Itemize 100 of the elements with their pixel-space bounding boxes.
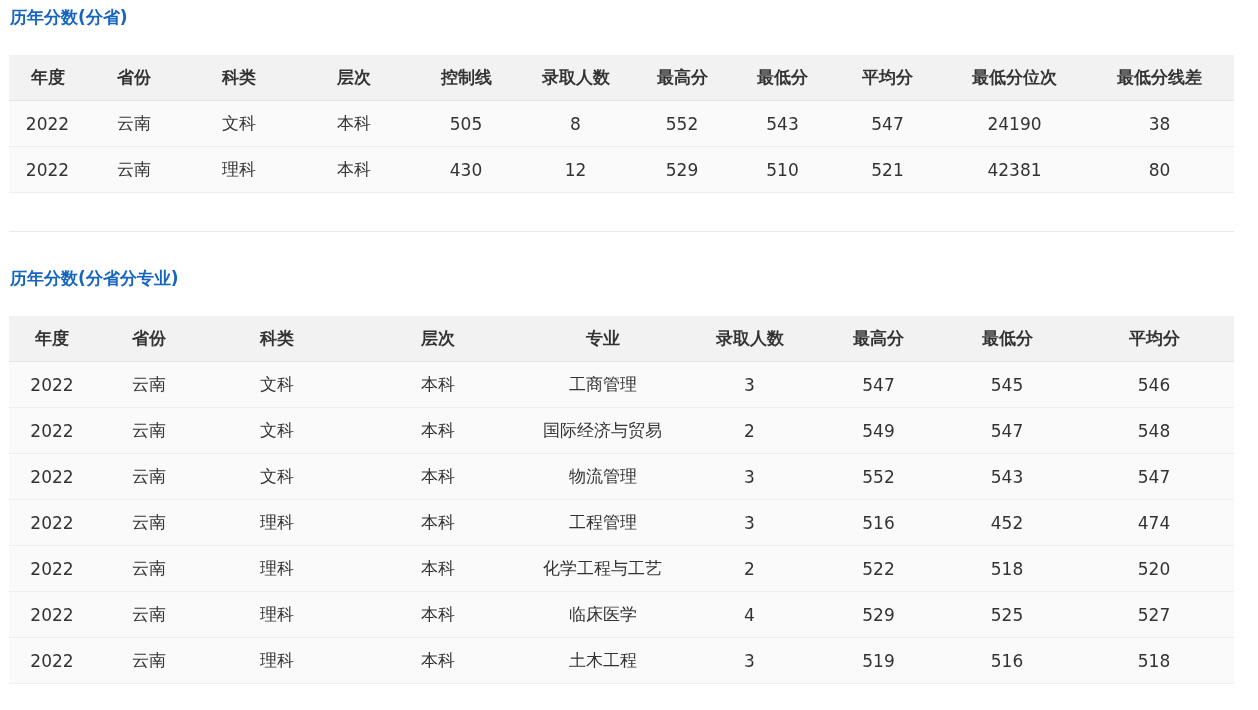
table-cell: 516 [817, 499, 940, 546]
column-header: 年度 [9, 316, 95, 362]
table-cell: 本科 [352, 591, 523, 638]
column-header: 录取人数 [682, 316, 817, 362]
column-header: 最低分 [734, 55, 831, 101]
table-cell: 理科 [181, 146, 296, 193]
table-cell: 云南 [86, 146, 181, 193]
table-cell: 522 [817, 545, 940, 592]
table-cell: 2 [682, 407, 817, 454]
table-cell: 552 [630, 100, 734, 147]
table-cell: 543 [734, 100, 831, 147]
table-cell: 云南 [95, 361, 202, 408]
table-cell: 4 [682, 591, 817, 638]
table-cell: 24190 [944, 100, 1085, 147]
table-cell: 理科 [202, 499, 352, 546]
table-cell: 520 [1074, 545, 1234, 592]
table-cell: 本科 [296, 100, 411, 147]
column-header: 平均分 [1074, 316, 1234, 362]
table-cell: 547 [831, 100, 944, 147]
table-cell: 543 [940, 453, 1074, 500]
table-cell: 云南 [95, 453, 202, 500]
column-header: 最高分 [630, 55, 734, 101]
table-cell: 518 [940, 545, 1074, 592]
table-cell: 518 [1074, 637, 1234, 684]
section-title: 历年分数(分省) [10, 6, 129, 29]
table-cell: 本科 [352, 407, 523, 454]
table-cell: 土木工程 [523, 637, 682, 684]
table-cell: 2022 [9, 361, 95, 408]
table-cell: 云南 [95, 499, 202, 546]
table-cell: 2022 [9, 591, 95, 638]
table-cell: 本科 [352, 637, 523, 684]
section-title: 历年分数(分省分专业) [10, 267, 180, 290]
table-cell: 2022 [9, 499, 95, 546]
table-cell: 510 [734, 146, 831, 193]
table-cell: 42381 [944, 146, 1085, 193]
column-header: 最低分位次 [944, 55, 1085, 101]
table-cell: 云南 [95, 591, 202, 638]
table-cell: 云南 [95, 407, 202, 454]
table-cell: 本科 [296, 146, 411, 193]
table-cell: 理科 [202, 637, 352, 684]
table-cell: 2022 [9, 545, 95, 592]
table-cell: 本科 [352, 453, 523, 500]
table-cell: 474 [1074, 499, 1234, 546]
table-cell: 文科 [202, 407, 352, 454]
table-cell: 临床医学 [523, 591, 682, 638]
table-cell: 工商管理 [523, 361, 682, 408]
table-cell: 8 [521, 100, 630, 147]
table-cell: 3 [682, 361, 817, 408]
column-header: 科类 [181, 55, 296, 101]
table-cell: 521 [831, 146, 944, 193]
table-cell: 519 [817, 637, 940, 684]
table-cell: 12 [521, 146, 630, 193]
column-header: 层次 [296, 55, 411, 101]
table-cell: 国际经济与贸易 [523, 407, 682, 454]
table-cell: 529 [630, 146, 734, 193]
table-cell: 本科 [352, 361, 523, 408]
table-cell: 80 [1085, 146, 1234, 193]
column-header: 最高分 [817, 316, 940, 362]
column-header: 最低分线差 [1085, 55, 1234, 101]
table-cell: 化学工程与工艺 [523, 545, 682, 592]
table-cell: 548 [1074, 407, 1234, 454]
table-cell: 525 [940, 591, 1074, 638]
table-cell: 文科 [202, 453, 352, 500]
column-header: 平均分 [831, 55, 944, 101]
table-cell: 云南 [95, 545, 202, 592]
table-cell: 文科 [181, 100, 296, 147]
table-cell: 547 [1074, 453, 1234, 500]
table-cell: 2022 [9, 453, 95, 500]
table-cell: 547 [817, 361, 940, 408]
table-cell: 3 [682, 637, 817, 684]
table-cell: 工程管理 [523, 499, 682, 546]
table-cell: 本科 [352, 545, 523, 592]
table-cell: 文科 [202, 361, 352, 408]
table-cell: 3 [682, 499, 817, 546]
table-cell: 549 [817, 407, 940, 454]
table-cell: 本科 [352, 499, 523, 546]
table-cell: 545 [940, 361, 1074, 408]
table-cell: 2022 [9, 407, 95, 454]
table-cell: 2022 [9, 100, 86, 147]
column-header: 科类 [202, 316, 352, 362]
table-cell: 理科 [202, 591, 352, 638]
table-cell: 552 [817, 453, 940, 500]
column-header: 最低分 [940, 316, 1074, 362]
table-cell: 云南 [86, 100, 181, 147]
table-cell: 546 [1074, 361, 1234, 408]
table-cell: 527 [1074, 591, 1234, 638]
table-cell: 38 [1085, 100, 1234, 147]
table-cell: 2 [682, 545, 817, 592]
table-cell: 547 [940, 407, 1074, 454]
table-cell: 430 [411, 146, 521, 193]
table-cell: 云南 [95, 637, 202, 684]
column-header: 控制线 [411, 55, 521, 101]
column-header: 录取人数 [521, 55, 630, 101]
table-cell: 理科 [202, 545, 352, 592]
column-header: 省份 [86, 55, 181, 101]
table-cell: 529 [817, 591, 940, 638]
column-header: 专业 [523, 316, 682, 362]
table-cell: 505 [411, 100, 521, 147]
table-cell: 2022 [9, 146, 86, 193]
column-header: 省份 [95, 316, 202, 362]
